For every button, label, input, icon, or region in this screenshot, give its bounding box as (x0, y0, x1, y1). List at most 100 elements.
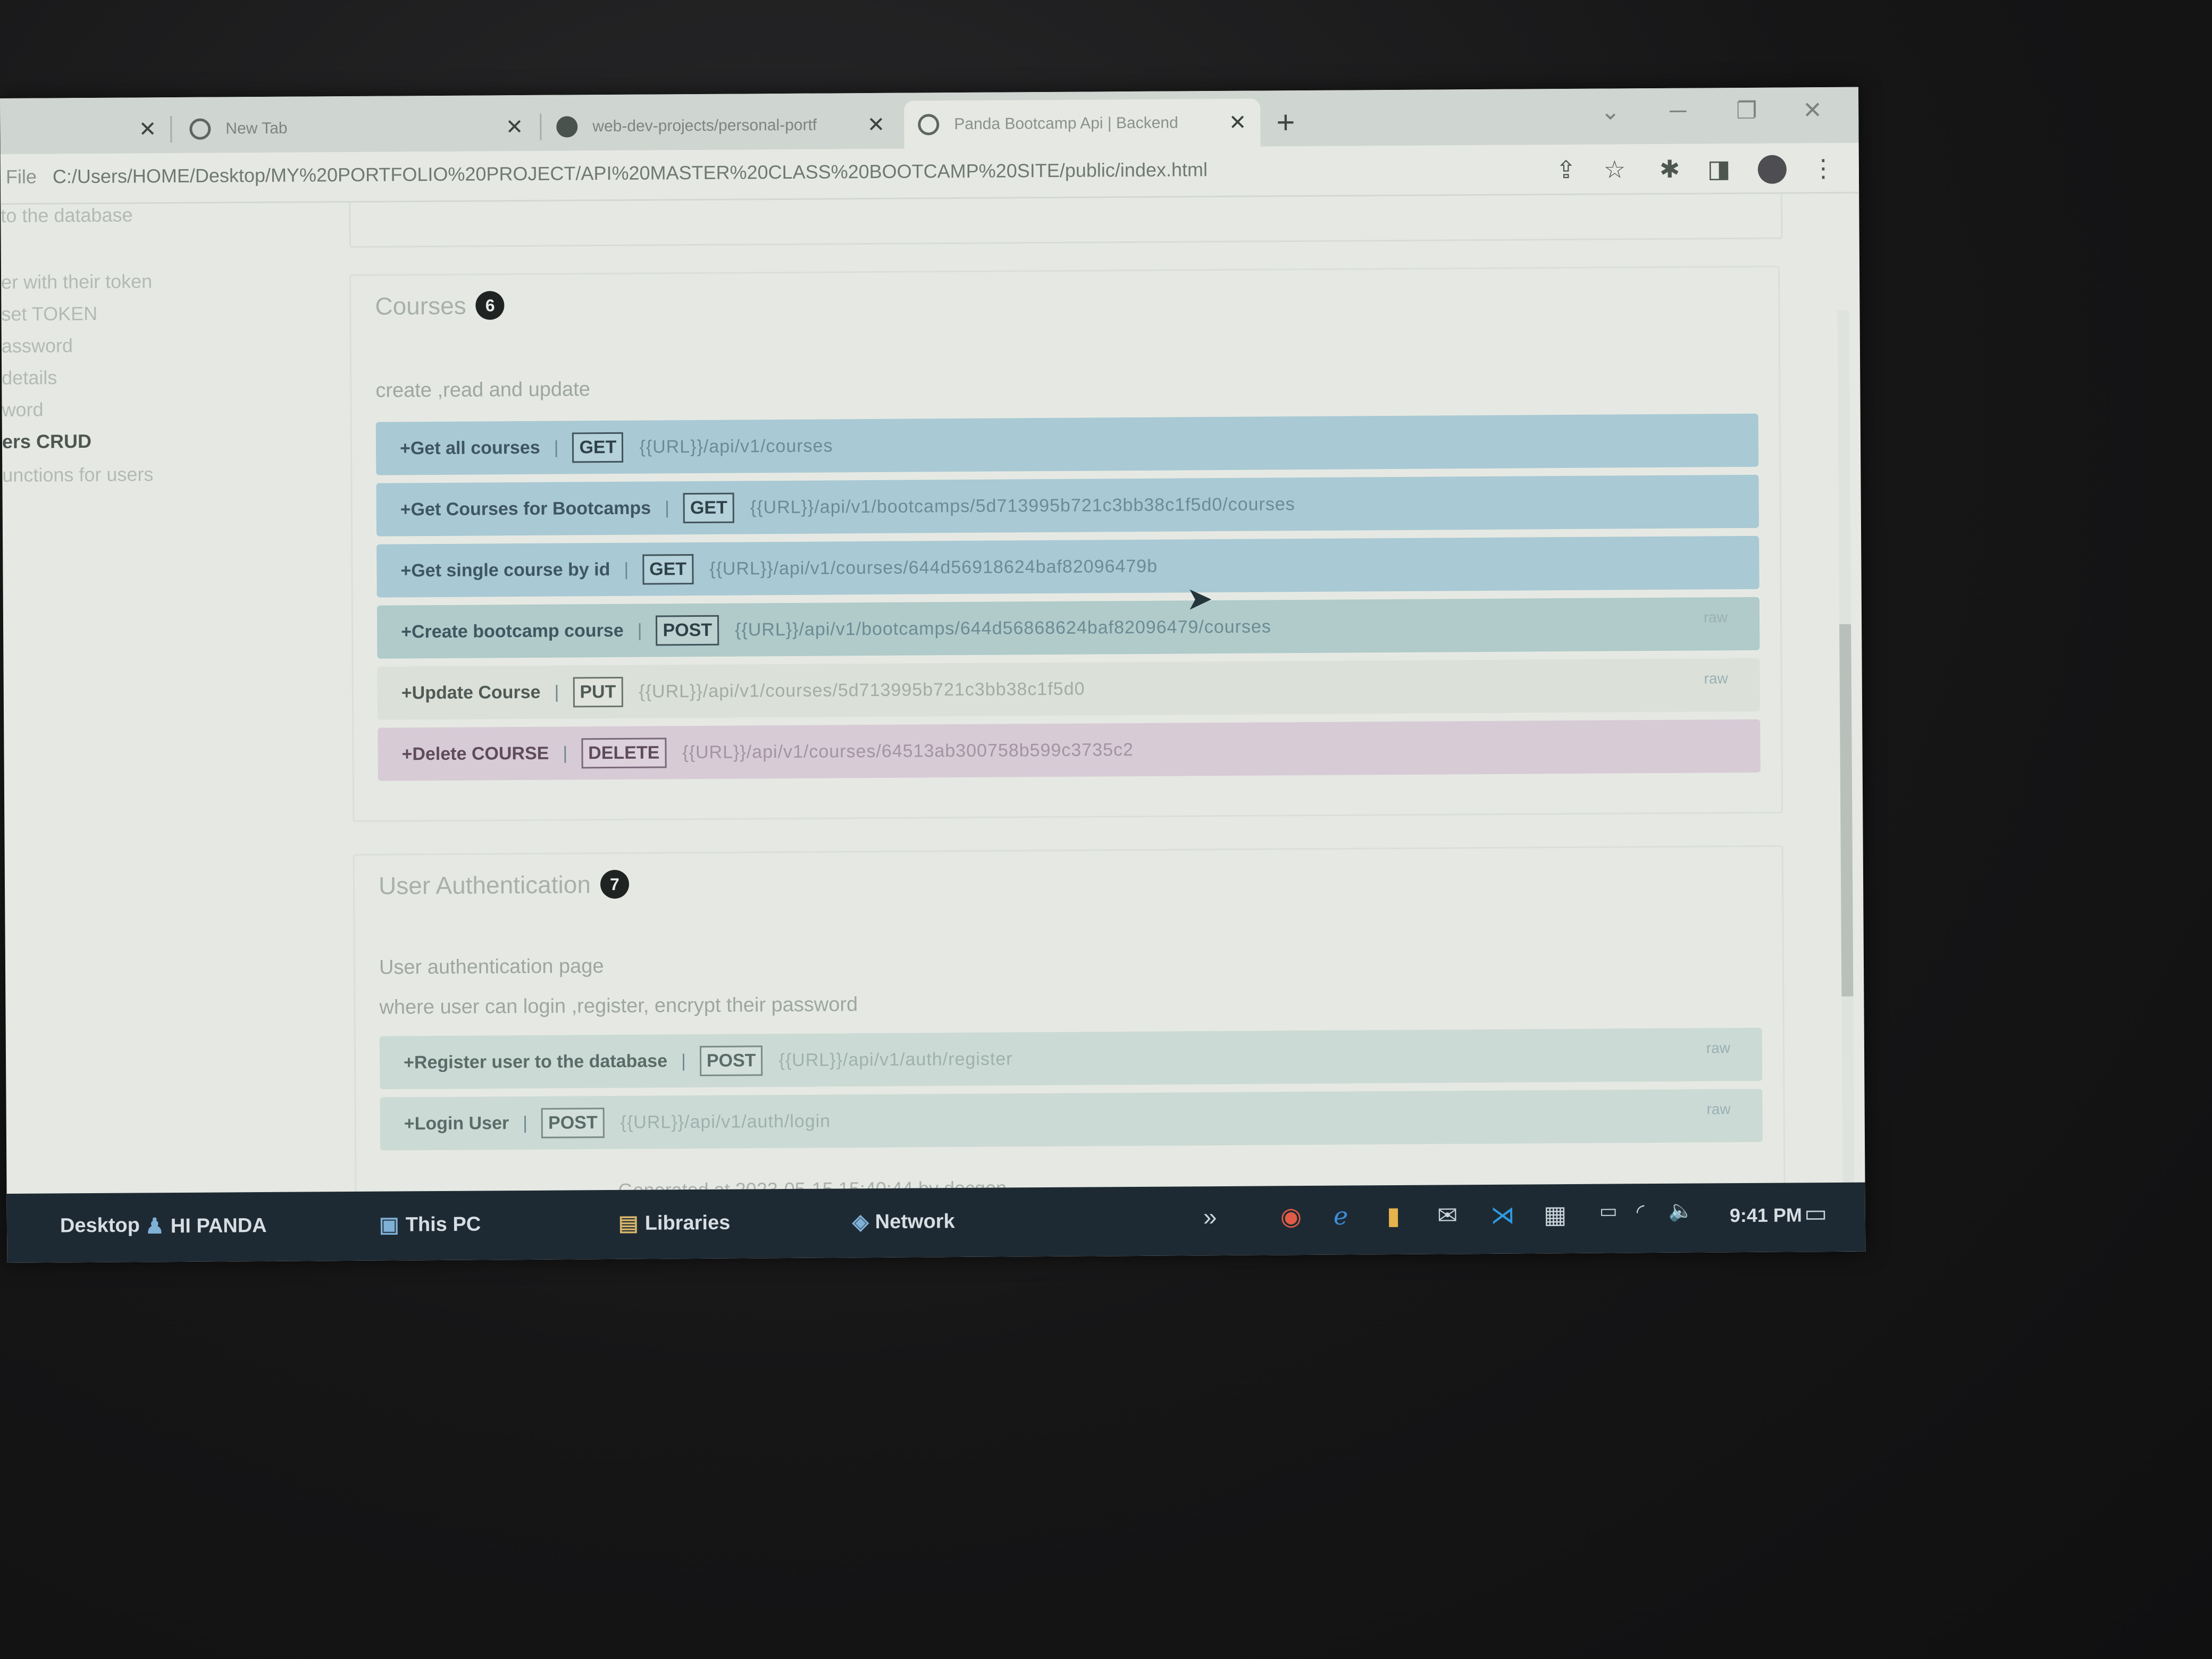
tab-divider (170, 116, 172, 143)
close-icon[interactable]: ✕ (1229, 111, 1247, 135)
taskbar-label: Network (875, 1210, 955, 1233)
endpoint-get-all-courses[interactable]: +Get all courses | GET {{URL}}/api/v1/co… (375, 413, 1759, 475)
endpoint-login-user[interactable]: +Login User | POST {{URL}}/api/v1/auth/l… (380, 1088, 1763, 1151)
section-description: where user can login ,register, encrypt … (379, 993, 858, 1019)
mail-taskbar-icon[interactable]: ✉ (1437, 1201, 1458, 1229)
auth-title: User Authentication (378, 870, 591, 900)
tab-divider (540, 113, 542, 140)
chrome-taskbar-icon[interactable]: ◉ (1280, 1202, 1302, 1230)
taskbar-network[interactable]: ◈ Network (852, 1209, 955, 1234)
tab-title: web-dev-projects/personal-portf (592, 116, 817, 136)
user-authentication-panel: User Authentication 7 User authenticatio… (353, 845, 1786, 1194)
sidebar-item[interactable]: details (2, 366, 57, 389)
endpoint-url: {{URL}}/api/v1/courses/5d713995b721c3bb3… (639, 678, 1085, 702)
minimize-button[interactable]: ─ (1670, 98, 1686, 124)
scrollbar-thumb[interactable] (1839, 624, 1854, 996)
separator: | (665, 497, 670, 518)
endpoint-name: +Update Course (401, 682, 541, 703)
section-description: create ,read and update (375, 378, 591, 402)
taskbar-this-pc[interactable]: ▣ This PC (379, 1212, 481, 1237)
endpoint-get-courses-for-bootcamps[interactable]: +Get Courses for Bootcamps | GET {{URL}}… (376, 474, 1759, 537)
count-badge: 6 (475, 291, 505, 320)
notifications-icon[interactable]: ▭ (1804, 1199, 1828, 1227)
endpoint-url: {{URL}}/api/v1/auth/register (778, 1048, 1013, 1070)
tab-search-chevron-icon[interactable]: ⌄ (1601, 98, 1620, 125)
sidebar-item[interactable]: unctions for users (2, 463, 153, 487)
method-badge: POST (699, 1045, 763, 1076)
endpoint-name: +Get single course by id (400, 559, 610, 581)
endpoint-url: {{URL}}/api/v1/auth/login (620, 1110, 831, 1133)
tab-github[interactable]: web-dev-projects/personal-portf ✕ (542, 101, 899, 151)
extensions-puzzle-icon[interactable]: ✱ (1660, 155, 1680, 183)
battery-icon[interactable]: ▭ (1599, 1200, 1618, 1222)
section-title: Courses 6 (375, 291, 505, 320)
endpoint-name: +Get all courses (399, 437, 540, 458)
raw-label[interactable]: raw (1704, 609, 1728, 626)
bookmark-star-icon[interactable]: ☆ (1604, 155, 1626, 183)
tab-new-tab[interactable]: New Tab ✕ (175, 103, 538, 153)
address-url: C:/Users/HOME/Desktop/MY%20PORTFOLIO%20P… (52, 158, 1208, 188)
sidebar-item[interactable]: to the database (1, 204, 132, 227)
restore-button[interactable]: ❐ (1736, 97, 1757, 124)
profile-avatar[interactable] (1757, 155, 1787, 184)
windows-taskbar: Desktop ♟ HI PANDA ▣ This PC ▤ Libraries… (6, 1182, 1866, 1263)
endpoint-url: {{URL}}/api/v1/courses/644d56918624baf82… (709, 556, 1158, 579)
raw-label[interactable]: raw (1706, 1040, 1730, 1057)
taskbar-libraries[interactable]: ▤ Libraries (618, 1211, 731, 1236)
sidebar-item[interactable]: assword (2, 334, 73, 357)
endpoint-url: {{URL}}/api/v1/courses/64513ab300758b599… (682, 739, 1134, 763)
computer-icon: ▣ (379, 1213, 399, 1237)
endpoint-get-single-course[interactable]: +Get single course by id | GET {{URL}}/a… (376, 535, 1759, 598)
sidebar-item[interactable]: er with their token (1, 270, 152, 294)
vscode-taskbar-icon[interactable]: ⋊ (1490, 1201, 1515, 1229)
tab-panda-bootcamp[interactable]: Panda Bootcamp Api | Backend ✕ (904, 98, 1261, 149)
menu-kebab-icon[interactable]: ⋮ (1811, 154, 1836, 182)
tab-title: New Tab (225, 119, 288, 138)
endpoint-url: {{URL}}/api/v1/bootcamps/5d713995b721c3b… (750, 493, 1295, 517)
count-badge: 7 (600, 869, 630, 899)
window-close-button[interactable]: ✕ (1803, 97, 1822, 124)
tab-title: Panda Bootcamp Api | Backend (954, 114, 1178, 133)
separator: | (554, 682, 559, 702)
endpoint-create-bootcamp-course[interactable]: +Create bootcamp course | POST {{URL}}/a… (376, 597, 1760, 659)
chrome-icon (189, 118, 211, 140)
new-tab-button[interactable]: + (1276, 104, 1295, 140)
calendar-taskbar-icon[interactable]: ▦ (1544, 1200, 1567, 1229)
endpoint-update-course[interactable]: +Update Course | PUT {{URL}}/api/v1/cour… (377, 658, 1761, 720)
courses-panel: Courses 6 create ,read and update +Get a… (349, 265, 1783, 822)
method-badge: POST (541, 1107, 605, 1138)
raw-label[interactable]: raw (1704, 670, 1728, 687)
endpoint-url: {{URL}}/api/v1/courses (639, 435, 833, 457)
sidebar-item[interactable]: word (2, 399, 43, 421)
taskbar-overflow-icon[interactable]: » (1203, 1202, 1217, 1231)
address-bar[interactable]: File C:/Users/HOME/Desktop/MY%20PORTFOLIO… (6, 158, 1208, 188)
wifi-icon[interactable]: ◜ (1637, 1200, 1645, 1224)
taskbar-desktop[interactable]: Desktop (60, 1214, 140, 1237)
raw-label[interactable]: raw (1706, 1101, 1730, 1118)
taskbar-user[interactable]: ♟ HI PANDA (145, 1213, 267, 1238)
taskbar-clock[interactable]: 9:41 PM (1730, 1204, 1802, 1227)
file-explorer-taskbar-icon[interactable]: ▮ (1387, 1201, 1401, 1230)
close-icon[interactable]: ✕ (139, 117, 157, 141)
close-icon[interactable]: ✕ (867, 113, 885, 137)
sidebar-item-users-crud[interactable]: ers CRUD (2, 430, 91, 453)
section-description: User authentication page (379, 955, 604, 979)
sidebar-item[interactable]: set TOKEN (1, 303, 97, 325)
method-badge: PUT (573, 676, 623, 707)
share-icon[interactable]: ⇪ (1556, 155, 1577, 184)
close-icon[interactable]: ✕ (506, 115, 524, 139)
taskbar-label: Desktop (60, 1214, 140, 1237)
endpoint-url: {{URL}}/api/v1/bootcamps/644d56868624baf… (734, 616, 1271, 640)
tab-1[interactable]: ✕ (0, 105, 171, 154)
endpoint-delete-course[interactable]: +Delete COURSE | DELETE {{URL}}/api/v1/c… (378, 719, 1761, 781)
side-panel-icon[interactable]: ◨ (1707, 154, 1731, 183)
separator: | (554, 437, 559, 458)
network-icon: ◈ (852, 1210, 869, 1234)
folder-icon: ▤ (618, 1211, 639, 1235)
volume-icon[interactable]: 🔈 (1669, 1200, 1694, 1223)
endpoint-register-user[interactable]: +Register user to the database | POST {{… (379, 1027, 1763, 1090)
separator: | (624, 559, 629, 580)
edge-taskbar-icon[interactable]: ℯ (1334, 1202, 1348, 1230)
endpoint-name: +Register user to the database (403, 1050, 668, 1073)
method-badge: GET (683, 492, 735, 523)
